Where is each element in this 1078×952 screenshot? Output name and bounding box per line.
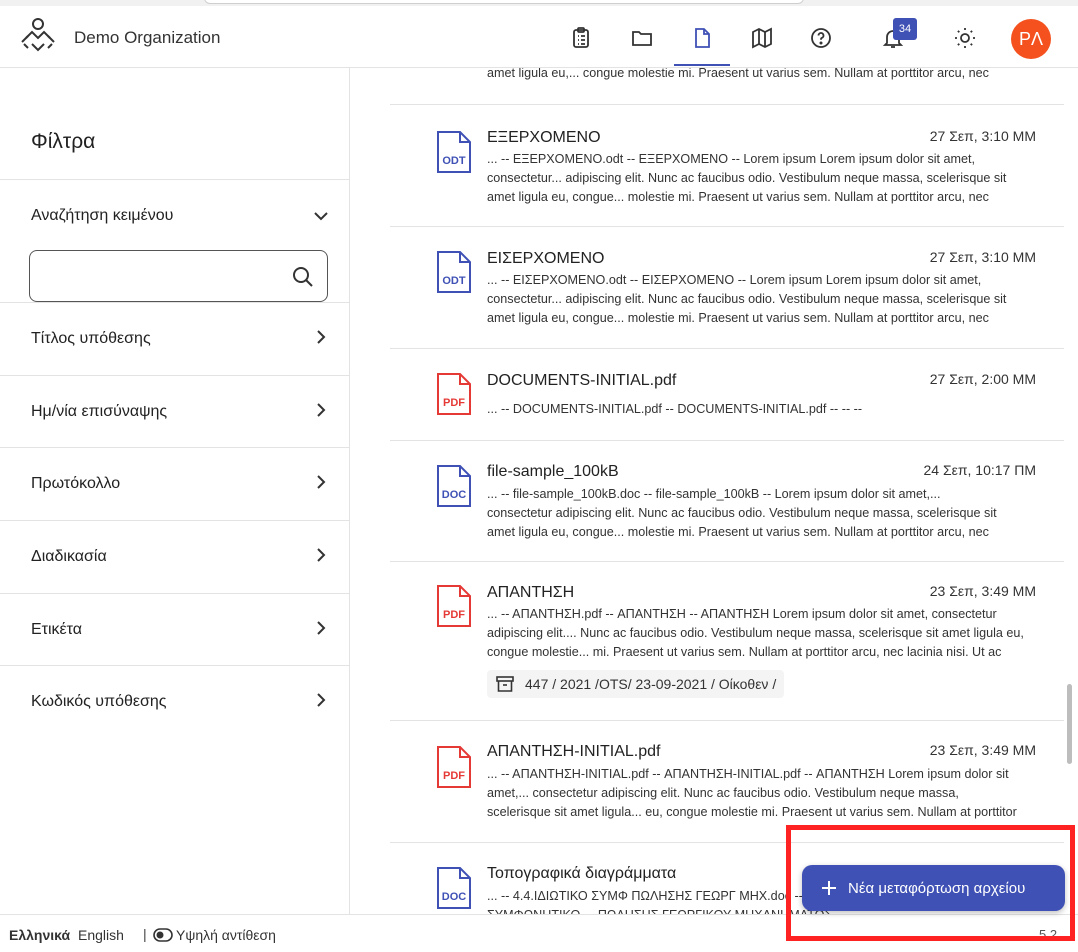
scrollbar-thumb[interactable]	[1067, 684, 1072, 764]
chevron-right-icon[interactable]	[311, 690, 331, 710]
theme-sun-icon[interactable]	[951, 24, 979, 52]
file-date: 23 Σεπ, 3:49 ΜΜ	[929, 742, 1036, 758]
filters-sidebar: Φίλτρα Αναζήτηση κειμένου Τίτλος υπόθεση…	[0, 68, 350, 914]
odt-file-icon: ODT	[437, 131, 471, 173]
filter-procedure[interactable]: Διαδικασία	[0, 520, 349, 593]
folder-icon[interactable]	[628, 24, 656, 52]
help-icon[interactable]	[807, 24, 835, 52]
filter-attach-date[interactable]: Ημ/νία επισύναψης	[0, 375, 349, 447]
footer: Ελληνικά English | Υψηλή αντίθεση 5.2	[0, 914, 1078, 952]
new-upload-label: Νέα μεταφόρτωση αρχείου	[848, 879, 1026, 897]
file-snippet: ... -- file-sample_100kB.doc -- file-sam…	[487, 487, 997, 539]
language-english[interactable]: English	[78, 927, 124, 943]
filter-tag[interactable]: Ετικέτα	[0, 593, 349, 665]
file-name[interactable]: DOCUMENTS-INITIAL.pdf	[487, 372, 676, 390]
svg-text:DOC: DOC	[442, 891, 467, 903]
high-contrast-toggle[interactable]: Υψηλή αντίθεση	[153, 927, 276, 943]
list-item[interactable]: ODT ΕΞΕΡΧΟΜΕΝΟ 27 Σεπ, 3:10 ΜΜ ... -- ΕΞ…	[390, 105, 1064, 227]
svg-text:PDF: PDF	[443, 609, 465, 621]
map-icon[interactable]	[748, 24, 776, 52]
app-version: 5.2	[1039, 927, 1058, 942]
filter-protocol[interactable]: Πρωτόκολλο	[0, 447, 349, 520]
document-icon[interactable]	[674, 24, 730, 66]
pdf-file-icon: PDF	[437, 746, 471, 788]
file-date: 23 Σεπ, 3:49 ΜΜ	[929, 583, 1036, 599]
file-date: 27 Σεπ, 3:10 ΜΜ	[929, 128, 1036, 144]
app-header: Demo Organization 34 PΛ	[0, 6, 1078, 68]
filter-label: Ετικέτα	[31, 621, 83, 638]
svg-text:DOC: DOC	[442, 489, 467, 501]
documents-list: amet ligula eu,... congue molestie mi. P…	[350, 68, 1078, 914]
notification-badge[interactable]: 34	[893, 18, 917, 40]
file-snippet: ... -- ΑΠΑΝΤΗΣΗ.pdf -- ΑΠΑΝΤΗΣΗ -- ΑΠΑΝΤ…	[487, 607, 1024, 659]
plus-icon	[822, 881, 836, 895]
case-chip-label: 447 / 2021 /OTS/ 23-09-2021 / Οίκοθεν /	[525, 676, 777, 692]
file-snippet: ... -- ΕΙΣΕΡΧΟΜΕΝΟ.odt -- ΕΙΣΕΡΧΟΜΕΝΟ --…	[487, 273, 1007, 325]
chevron-right-icon[interactable]	[311, 618, 331, 638]
org-logo-icon[interactable]	[20, 16, 56, 56]
filter-label: Τίτλος υπόθεσης	[31, 330, 151, 347]
list-item	[390, 68, 1064, 105]
file-date: 24 Σεπ, 10:17 ΠΜ	[923, 462, 1037, 478]
browser-url-bar[interactable]	[204, 0, 804, 4]
filters-title: Φίλτρα	[31, 130, 96, 153]
list-item[interactable]: PDF ΑΠΑΝΤΗΣΗ-INITIAL.pdf 23 Σεπ, 3:49 ΜΜ…	[390, 721, 1064, 843]
file-name[interactable]: file-sample_100kB	[487, 463, 619, 481]
file-date: 27 Σεπ, 3:10 ΜΜ	[929, 249, 1036, 265]
file-name[interactable]: ΑΠΑΝΤΗΣΗ-INITIAL.pdf	[487, 743, 660, 761]
case-chip[interactable]: 447 / 2021 /OTS/ 23-09-2021 / Οίκοθεν /	[487, 670, 785, 698]
pdf-file-icon: PDF	[437, 585, 471, 627]
filter-label: Ημ/νία επισύναψης	[31, 403, 168, 420]
odt-file-icon: ODT	[437, 251, 471, 293]
doc-file-icon: DOC	[437, 465, 471, 507]
svg-text:ODT: ODT	[442, 275, 466, 287]
filter-case-title[interactable]: Τίτλος υπόθεσης	[0, 302, 349, 375]
chevron-right-icon[interactable]	[311, 472, 331, 492]
pdf-file-icon: PDF	[437, 373, 471, 415]
filter-label: Κωδικός υπόθεσης	[31, 693, 167, 710]
list-item[interactable]: DOC file-sample_100kB 24 Σεπ, 10:17 ΠΜ .…	[390, 441, 1064, 562]
chevron-down-icon[interactable]	[311, 206, 331, 226]
file-snippet: ... -- ΕΞΕΡΧΟΜΕΝΟ.odt -- ΕΞΕΡΧΟΜΕΝΟ -- L…	[487, 152, 1007, 204]
language-greek[interactable]: Ελληνικά	[9, 927, 70, 943]
new-upload-button[interactable]: Νέα μεταφόρτωση αρχείου	[802, 865, 1065, 911]
list-item[interactable]: ODT ΕΙΣΕΡΧΟΜΕΝΟ 27 Σεπ, 3:10 ΜΜ ... -- Ε…	[390, 227, 1064, 349]
user-avatar[interactable]: PΛ	[1011, 19, 1051, 59]
file-name[interactable]: ΕΞΕΡΧΟΜΕΝΟ	[487, 129, 601, 147]
clipboard-icon[interactable]	[567, 24, 595, 52]
high-contrast-label: Υψηλή αντίθεση	[176, 927, 276, 943]
filter-case-code[interactable]: Κωδικός υπόθεσης	[0, 665, 349, 738]
filter-label: Πρωτόκολλο	[31, 475, 121, 492]
file-name[interactable]: Τοπογραφικά διαγράμματα	[487, 865, 676, 883]
toggle-icon	[153, 928, 173, 942]
footer-separator: |	[143, 926, 147, 942]
file-snippet: ... -- DOCUMENTS-INITIAL.pdf -- DOCUMENT…	[487, 402, 863, 416]
chevron-right-icon[interactable]	[311, 327, 331, 347]
organization-name[interactable]: Demo Organization	[74, 28, 220, 48]
chevron-right-icon[interactable]	[311, 400, 331, 420]
search-icon[interactable]	[291, 265, 315, 289]
filter-label[interactable]: Αναζήτηση κειμένου	[31, 207, 173, 225]
filter-label: Διαδικασία	[31, 548, 107, 565]
file-snippet: ... -- ΑΠΑΝΤΗΣΗ-INITIAL.pdf -- ΑΠΑΝΤΗΣΗ-…	[487, 767, 1017, 819]
svg-text:PDF: PDF	[443, 770, 465, 782]
doc-file-icon: DOC	[437, 867, 471, 909]
search-input[interactable]	[29, 250, 328, 302]
file-date: 27 Σεπ, 2:00 ΜΜ	[929, 371, 1036, 387]
svg-text:PDF: PDF	[443, 397, 465, 409]
list-item[interactable]: PDF DOCUMENTS-INITIAL.pdf 27 Σεπ, 2:00 Μ…	[390, 349, 1064, 441]
file-name[interactable]: ΕΙΣΕΡΧΟΜΕΝΟ	[487, 250, 604, 268]
chevron-right-icon[interactable]	[311, 545, 331, 565]
file-name[interactable]: ΑΠΑΝΤΗΣΗ	[487, 584, 574, 602]
svg-text:ODT: ODT	[442, 155, 466, 167]
archive-icon	[496, 676, 514, 692]
